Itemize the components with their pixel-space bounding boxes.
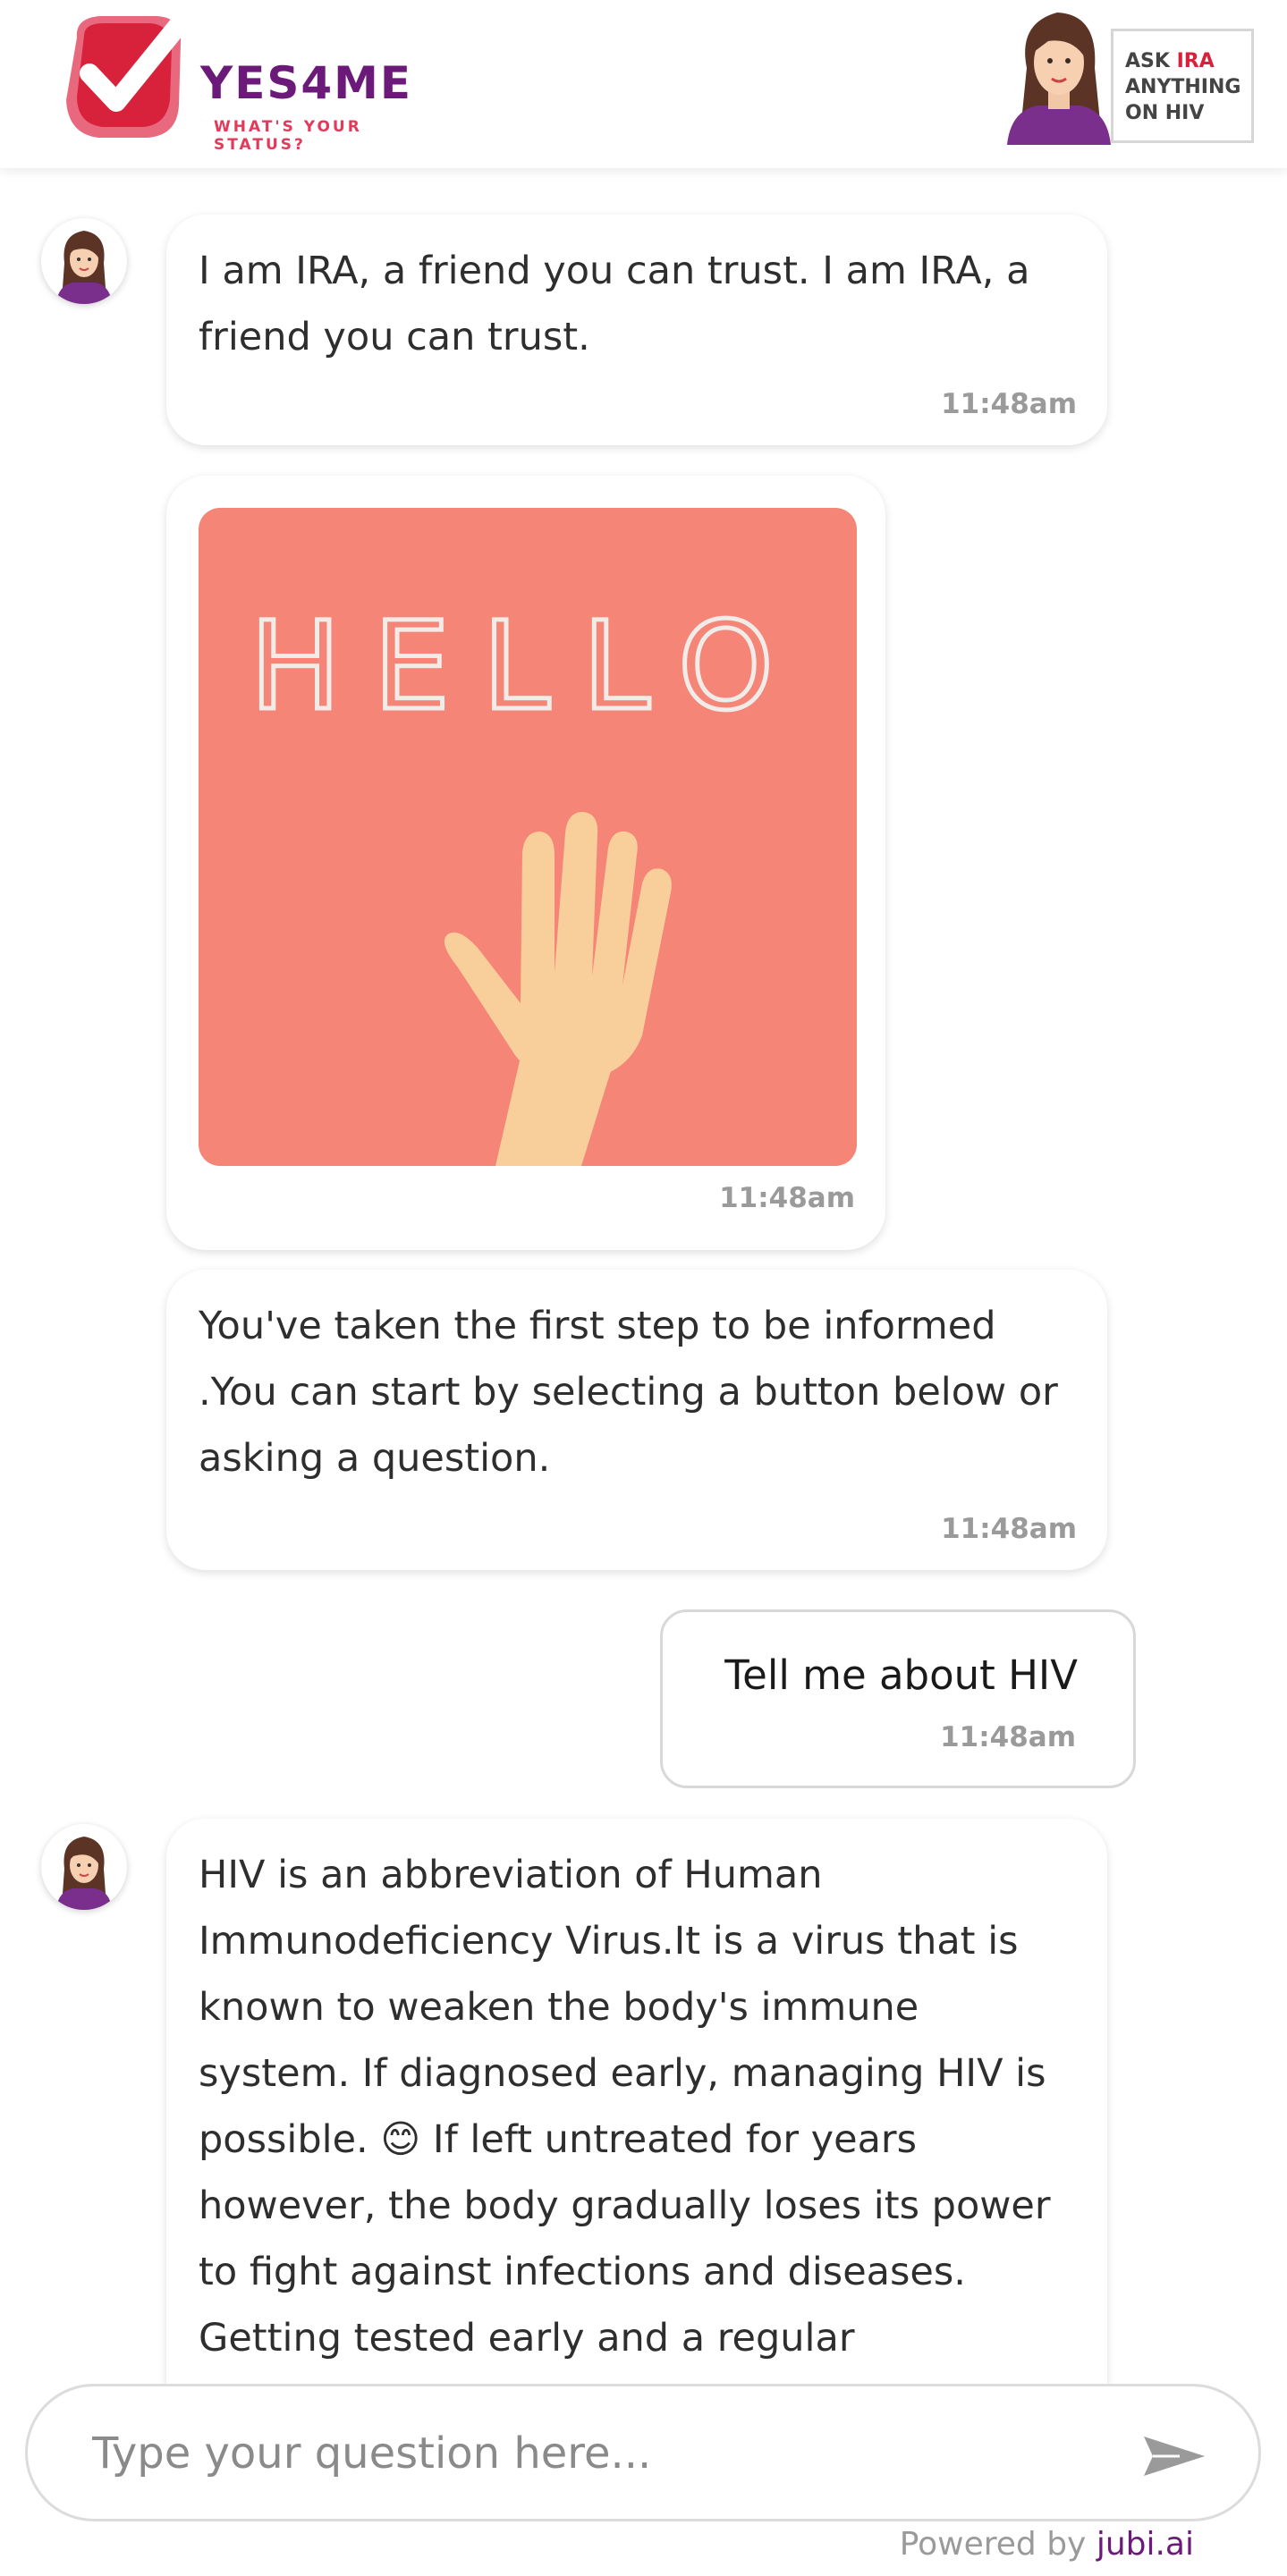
logo-brand-text: YES4ME (200, 57, 413, 109)
hand-wave-icon (444, 812, 672, 1166)
chat-area[interactable]: I am IRA, a friend you can trust. I am I… (0, 168, 1287, 2386)
bot-avatar (41, 218, 127, 304)
user-message-bubble: Tell me about HIV 11:48am (660, 1609, 1136, 1788)
message-timestamp: 11:48am (940, 1721, 1076, 1753)
ask-ira-line1: ASK IRA (1125, 50, 1215, 72)
ira-avatar-icon (55, 231, 113, 304)
bot-message-bubble: HIV is an abbreviation of Human Immunode… (166, 1819, 1107, 2386)
message-timestamp: 11:48am (941, 388, 1077, 420)
question-input-bar (25, 2384, 1261, 2521)
bot-image-bubble: HELLO 11:48am (166, 476, 885, 1250)
message-timestamp: 11:48am (941, 1513, 1077, 1545)
ask-ira-label: ASK IRA ANYTHING ON HIV (1125, 48, 1240, 126)
hello-image[interactable]: HELLO (199, 508, 857, 1166)
ask-ira-highlight: IRA (1176, 50, 1215, 72)
bot-message-bubble: You've taken the first step to be inform… (166, 1270, 1107, 1570)
hello-image-text: HELLO (250, 596, 806, 738)
message-text: I am IRA, a friend you can trust. I am I… (199, 249, 1030, 359)
message-text: You've taken the first step to be inform… (199, 1304, 1058, 1481)
message-timestamp: 11:48am (719, 1182, 855, 1214)
checkmark-logo-icon (66, 16, 187, 138)
powered-by-prefix: Powered by (899, 2526, 1087, 2563)
app-header: YES4ME WHAT'S YOUR STATUS? ASK IRA ANYTH… (0, 0, 1287, 168)
powered-by: Powered by jubi.ai (900, 2526, 1194, 2563)
ira-avatar-icon (55, 1837, 113, 1910)
ask-ira-line2: ANYTHING (1125, 76, 1241, 98)
logo-tagline: WHAT'S YOUR STATUS? (214, 118, 362, 154)
send-button[interactable] (1137, 2419, 1212, 2494)
ask-ira-line3: ON HIV (1125, 102, 1205, 124)
message-text: HIV is an abbreviation of Human Immunode… (199, 1853, 1051, 2361)
bot-message-bubble: I am IRA, a friend you can trust. I am I… (166, 215, 1107, 445)
jubi-link[interactable]: jubi.ai (1096, 2526, 1194, 2563)
question-input[interactable] (90, 2410, 1122, 2497)
user-message-text: Tell me about HIV (724, 1651, 1078, 1699)
ira-avatar-icon (1007, 13, 1111, 145)
ask-ira-banner[interactable]: ASK IRA ANYTHING ON HIV (1002, 5, 1261, 145)
yes4me-logo[interactable]: YES4ME WHAT'S YOUR STATUS? (57, 11, 433, 154)
send-icon (1144, 2437, 1205, 2476)
bot-avatar (41, 1824, 127, 1910)
